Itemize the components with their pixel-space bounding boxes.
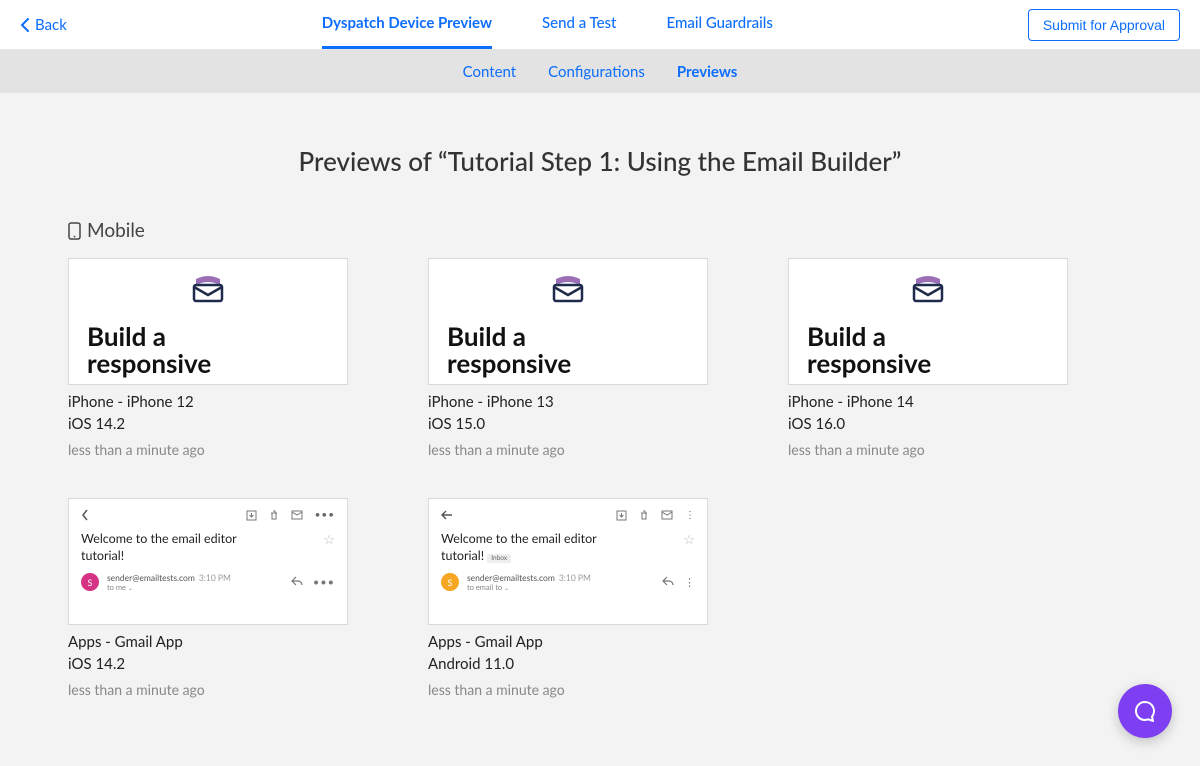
archive-icon: [246, 510, 257, 521]
tab-send-test[interactable]: Send a Test: [542, 0, 616, 49]
reply-icon: [662, 576, 674, 586]
gmail-subject-row: Welcome to the email editor tutorial! In…: [441, 531, 695, 565]
submit-approval-button[interactable]: Submit for Approval: [1028, 9, 1180, 41]
timestamp-label: less than a minute ago: [68, 441, 348, 458]
to-line: to me ⌄: [107, 583, 231, 592]
more-icon: •••: [315, 509, 335, 521]
tab-device-preview[interactable]: Dyspatch Device Preview: [322, 0, 492, 49]
timestamp-label: less than a minute ago: [428, 681, 708, 698]
gmail-sender-row: S sender@emailtests.com 3:10 PM to me ⌄ …: [81, 573, 335, 592]
preview-card: ••• Welcome to the email editor tutorial…: [68, 498, 348, 698]
preview-headline: Build a responsive: [789, 323, 931, 378]
envelope-logo-icon: [910, 275, 946, 303]
preview-thumbnail[interactable]: Build a responsive: [68, 258, 348, 385]
preview-thumbnail[interactable]: ••• Welcome to the email editor tutorial…: [68, 498, 348, 625]
gmail-subject: Welcome to the email editor tutorial! In…: [441, 531, 621, 565]
sender-email: sender@emailtests.com 3:10 PM: [467, 573, 591, 583]
preview-row-1: Build a responsive iPhone - iPhone 12 iO…: [68, 258, 1132, 458]
sender-email: sender@emailtests.com 3:10 PM: [107, 573, 231, 583]
back-link[interactable]: Back: [20, 16, 67, 34]
archive-icon: [616, 510, 627, 521]
preview-card: Build a responsive iPhone - iPhone 14 iO…: [788, 258, 1068, 458]
timestamp-label: less than a minute ago: [68, 681, 348, 698]
timestamp-label: less than a minute ago: [788, 441, 1068, 458]
preview-thumbnail[interactable]: Build a responsive: [428, 258, 708, 385]
help-chat-button[interactable]: [1118, 684, 1172, 738]
timestamp-label: less than a minute ago: [428, 441, 708, 458]
inbox-badge: Inbox: [487, 554, 511, 563]
envelope-logo-icon: [550, 275, 586, 303]
trash-icon: [269, 510, 279, 521]
star-icon: ☆: [323, 531, 335, 548]
section-label: Mobile: [87, 219, 145, 242]
trash-icon: [639, 510, 649, 521]
subtab-previews[interactable]: Previews: [677, 63, 738, 81]
more-icon: •••: [313, 576, 335, 589]
os-label: iOS 14.2: [68, 655, 348, 673]
os-label: iOS 16.0: [788, 415, 1068, 433]
gmail-toolbar: ⋮: [441, 509, 695, 521]
gmail-toolbar: •••: [81, 509, 335, 521]
chevron-left-icon: [81, 509, 89, 521]
mail-icon: [661, 510, 673, 520]
preview-row-2: ••• Welcome to the email editor tutorial…: [68, 498, 1132, 698]
tab-email-guardrails[interactable]: Email Guardrails: [666, 0, 772, 49]
arrow-left-icon: [441, 510, 453, 520]
page-title: Previews of “Tutorial Step 1: Using the …: [0, 145, 1200, 177]
top-bar: Back Dyspatch Device Preview Send a Test…: [0, 0, 1200, 50]
mail-icon: [291, 510, 303, 520]
reply-icon: [291, 576, 303, 586]
to-line: to email to ⌄: [467, 583, 591, 592]
device-label: iPhone - iPhone 12: [68, 393, 348, 411]
content-area: Mobile Build a responsive iPhone - iPhon…: [0, 219, 1200, 698]
avatar: S: [81, 573, 99, 591]
more-vertical-icon: ⋮: [684, 576, 695, 589]
gmail-subject-row: Welcome to the email editor tutorial! ☆: [81, 531, 335, 565]
gmail-subject: Welcome to the email editor tutorial!: [81, 531, 261, 565]
gmail-sender-row: S sender@emailtests.com 3:10 PM to email…: [441, 573, 695, 592]
envelope-logo-icon: [190, 275, 226, 303]
subtab-configurations[interactable]: Configurations: [548, 63, 645, 81]
device-label: iPhone - iPhone 13: [428, 393, 708, 411]
subtab-content[interactable]: Content: [463, 63, 517, 81]
os-label: iOS 15.0: [428, 415, 708, 433]
more-vertical-icon: ⋮: [685, 509, 695, 521]
device-label: iPhone - iPhone 14: [788, 393, 1068, 411]
chat-icon: [1133, 699, 1157, 723]
preview-card: ⋮ Welcome to the email editor tutorial! …: [428, 498, 708, 698]
back-label: Back: [35, 16, 67, 34]
section-mobile-header: Mobile: [68, 219, 1132, 242]
preview-card: Build a responsive iPhone - iPhone 12 iO…: [68, 258, 348, 458]
os-label: iOS 14.2: [68, 415, 348, 433]
sub-tabs: Content Configurations Previews: [0, 50, 1200, 93]
chevron-left-icon: [20, 18, 29, 32]
mobile-icon: [68, 222, 81, 240]
preview-headline: Build a responsive: [429, 323, 571, 378]
preview-card: Build a responsive iPhone - iPhone 13 iO…: [428, 258, 708, 458]
os-label: Android 11.0: [428, 655, 708, 673]
preview-thumbnail[interactable]: ⋮ Welcome to the email editor tutorial! …: [428, 498, 708, 625]
star-icon: ☆: [683, 531, 695, 548]
device-label: Apps - Gmail App: [68, 633, 348, 651]
nav-tabs: Dyspatch Device Preview Send a Test Emai…: [67, 0, 1028, 49]
device-label: Apps - Gmail App: [428, 633, 708, 651]
preview-headline: Build a responsive: [69, 323, 211, 378]
preview-thumbnail[interactable]: Build a responsive: [788, 258, 1068, 385]
avatar: S: [441, 573, 459, 591]
